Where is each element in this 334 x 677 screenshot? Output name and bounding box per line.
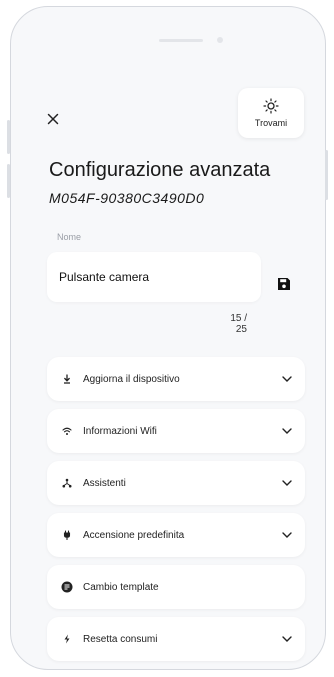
volume-up-button (7, 120, 10, 154)
chevron-down-icon (281, 477, 293, 489)
page-title: Configurazione avanzata (49, 159, 271, 181)
plug-icon (61, 529, 73, 541)
menu-item-default-power-on[interactable]: Accensione predefinita (47, 513, 305, 557)
menu-item-label: Cambio template (83, 581, 159, 593)
device-id: M054F-90380C3490D0 (49, 190, 205, 206)
bolt-icon (61, 633, 73, 645)
close-icon (47, 113, 59, 125)
name-field-label: Nome (57, 232, 82, 242)
floppy-disk-icon (278, 278, 290, 290)
chevron-down-icon (281, 373, 293, 385)
menu-item-label: Resetta consumi (83, 633, 158, 645)
find-me-label: Trovami (254, 118, 288, 128)
menu-item-assistants[interactable]: Assistenti (47, 461, 305, 505)
character-counter: 15 / 25 (230, 313, 247, 335)
wifi-icon (61, 425, 73, 437)
speaker-grille (159, 39, 203, 42)
chevron-down-icon (281, 425, 293, 437)
volume-down-button (7, 164, 10, 198)
phone-frame: Trovami Configurazione avanzata M054F-90… (10, 6, 326, 670)
find-me-button[interactable]: Trovami (238, 88, 304, 138)
close-button[interactable] (43, 109, 63, 129)
name-input-value: Pulsante camera (59, 270, 150, 284)
name-input[interactable]: Pulsante camera (47, 252, 261, 302)
sun-icon (263, 98, 279, 114)
download-icon (61, 373, 73, 385)
menu-item-reset-consumption[interactable]: Resetta consumi (47, 617, 305, 661)
menu-item-label: Assistenti (83, 477, 126, 489)
front-camera (217, 37, 223, 43)
chevron-down-icon (281, 633, 293, 645)
menu-item-update-device[interactable]: Aggiorna il dispositivo (47, 357, 305, 401)
power-button (325, 150, 328, 200)
menu-item-label: Accensione predefinita (83, 529, 185, 541)
network-icon (61, 477, 73, 489)
template-icon (61, 581, 73, 593)
menu-item-change-template[interactable]: Cambio template (47, 565, 305, 609)
menu-item-label: Aggiorna il dispositivo (83, 373, 180, 385)
menu-item-wifi-info[interactable]: Informazioni Wifi (47, 409, 305, 453)
menu-item-label: Informazioni Wifi (83, 425, 157, 437)
save-button[interactable] (277, 277, 293, 293)
chevron-down-icon (281, 529, 293, 541)
